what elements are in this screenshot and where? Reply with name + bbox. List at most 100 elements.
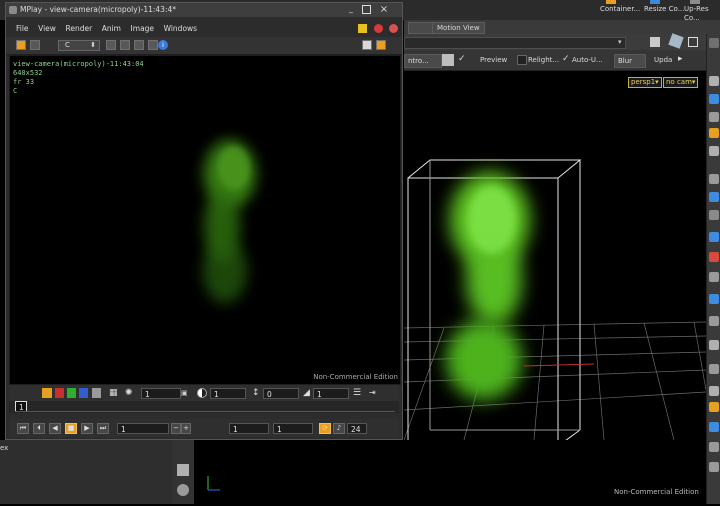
info-icon[interactable]: i bbox=[158, 40, 168, 50]
chevron-down-icon[interactable]: ▾ bbox=[618, 38, 626, 46]
green-channel-icon[interactable] bbox=[67, 388, 76, 398]
pane-tab-motion-view[interactable]: Motion View bbox=[432, 22, 485, 34]
top-tab-resize[interactable]: Resize Co... bbox=[644, 4, 684, 13]
timeline-track[interactable] bbox=[15, 411, 395, 412]
pane-tab[interactable] bbox=[408, 22, 434, 34]
shelf-tool-icon[interactable] bbox=[650, 0, 660, 4]
tool-icon[interactable] bbox=[177, 464, 189, 476]
skip-to-start-button[interactable]: ⏮ bbox=[17, 423, 29, 434]
tool-icon[interactable] bbox=[709, 76, 719, 86]
relight-toggle-label[interactable]: Relight... bbox=[528, 55, 559, 65]
channel-select[interactable]: C ⬍ bbox=[58, 40, 100, 51]
chevron-right-icon[interactable]: ▸ bbox=[678, 53, 690, 65]
cube-icon[interactable] bbox=[668, 33, 684, 49]
menu-view[interactable]: View bbox=[38, 24, 56, 33]
tool-icon[interactable] bbox=[709, 386, 719, 396]
tool-icon[interactable] bbox=[709, 192, 719, 202]
mplay-title-bar[interactable]: MPlay - view-camera(micropoly)-11:43:4* … bbox=[6, 3, 402, 17]
tool-icon[interactable] bbox=[709, 442, 719, 452]
skip-to-end-button[interactable]: ⏭ bbox=[97, 423, 109, 434]
gear-icon[interactable] bbox=[650, 37, 660, 47]
tool-icon[interactable] bbox=[709, 402, 719, 412]
sun-icon[interactable]: ✺ bbox=[125, 388, 135, 398]
top-tab-container[interactable]: Container... bbox=[600, 4, 640, 13]
export-icon[interactable]: ⇥ bbox=[369, 388, 381, 398]
stop-render-icon[interactable] bbox=[374, 24, 383, 33]
rgb-icon[interactable] bbox=[42, 388, 52, 398]
auto-update-toggle-label[interactable]: Auto-U... bbox=[572, 55, 603, 65]
minimize-icon[interactable]: _ bbox=[346, 5, 356, 15]
audio-icon[interactable]: ♪ bbox=[333, 423, 345, 434]
slider-handle-icon[interactable]: ▣ bbox=[181, 388, 190, 398]
record-icon[interactable] bbox=[389, 24, 398, 33]
tool-icon[interactable] bbox=[709, 252, 719, 262]
zoom-in-icon[interactable] bbox=[106, 40, 116, 50]
scene-viewport[interactable] bbox=[403, 70, 707, 447]
tool-icon[interactable] bbox=[709, 94, 719, 104]
menu-anim[interactable]: Anim bbox=[102, 24, 121, 33]
tool-icon[interactable] bbox=[709, 294, 719, 304]
blur-dropdown[interactable]: Blur bbox=[614, 54, 646, 68]
tool-icon[interactable] bbox=[709, 146, 719, 156]
close-icon[interactable]: × bbox=[378, 4, 390, 16]
tool-icon[interactable] bbox=[709, 316, 719, 326]
blue-channel-icon[interactable] bbox=[79, 388, 88, 398]
tool-icon[interactable] bbox=[709, 364, 719, 374]
settings-icon[interactable] bbox=[16, 40, 26, 50]
mplay-image-view[interactable]: view-camera(micropoly)-11:43:04 640x532 … bbox=[9, 55, 401, 385]
stop-button[interactable]: ■ bbox=[65, 423, 77, 434]
render-icon[interactable] bbox=[442, 54, 454, 66]
frame-minus-button[interactable]: − bbox=[171, 423, 181, 434]
fps-field[interactable]: 24 bbox=[347, 423, 367, 434]
menu-render[interactable]: Render bbox=[65, 24, 92, 33]
preview-toggle-label[interactable]: Preview bbox=[480, 55, 507, 65]
menu-image[interactable]: Image bbox=[131, 24, 155, 33]
tool-icon[interactable] bbox=[709, 232, 719, 242]
relight-checkbox[interactable] bbox=[517, 55, 527, 65]
shelf-tool-icon[interactable] bbox=[690, 0, 700, 4]
render-engine-dropdown[interactable]: ntro... bbox=[404, 54, 442, 68]
tool-icon[interactable] bbox=[709, 210, 719, 220]
tool-icon[interactable] bbox=[709, 174, 719, 184]
tool-icon[interactable] bbox=[709, 422, 719, 432]
loop-icon[interactable]: ⟳ bbox=[319, 423, 331, 434]
lut-icon[interactable]: ◢ bbox=[303, 388, 312, 398]
grid-icon[interactable] bbox=[376, 40, 386, 50]
checkmark-icon[interactable]: ✓ bbox=[458, 54, 468, 64]
offset-field[interactable]: 0 bbox=[263, 388, 299, 399]
tool-icon[interactable] bbox=[709, 340, 719, 350]
tool-icon[interactable] bbox=[177, 484, 189, 496]
maximize-icon[interactable] bbox=[688, 37, 698, 47]
grid-icon[interactable]: ▦ bbox=[109, 388, 119, 398]
play-forward-button[interactable]: ▶ bbox=[81, 423, 93, 434]
checkmark-icon[interactable]: ✓ bbox=[562, 54, 572, 64]
current-frame-field[interactable]: 1 bbox=[117, 423, 169, 434]
alpha-channel-icon[interactable] bbox=[92, 388, 101, 398]
exposure-icon[interactable] bbox=[197, 388, 207, 398]
menu-windows[interactable]: Windows bbox=[164, 24, 197, 33]
path-field[interactable] bbox=[404, 37, 626, 49]
update-button[interactable]: Upda bbox=[654, 55, 672, 65]
fit-icon[interactable] bbox=[134, 40, 144, 50]
tool-icon[interactable] bbox=[709, 128, 719, 138]
frame-plus-button[interactable]: + bbox=[181, 423, 191, 434]
offset-icon[interactable]: ↕ bbox=[252, 388, 261, 398]
tool-icon[interactable] bbox=[709, 272, 719, 282]
star-icon[interactable] bbox=[358, 24, 367, 33]
shelf-tool-icon[interactable] bbox=[606, 0, 616, 4]
list-icon[interactable]: ☰ bbox=[353, 388, 363, 398]
end-frame-field[interactable]: 1 bbox=[273, 423, 313, 434]
color-icon[interactable] bbox=[30, 40, 40, 50]
gamma-field[interactable]: 1 bbox=[141, 388, 181, 399]
tool-icon[interactable] bbox=[709, 38, 719, 48]
checker-icon[interactable] bbox=[362, 40, 372, 50]
menu-file[interactable]: File bbox=[16, 24, 29, 33]
play-reverse-button[interactable]: ◀ bbox=[49, 423, 61, 434]
maximize-icon[interactable] bbox=[362, 5, 371, 14]
red-channel-icon[interactable] bbox=[55, 388, 64, 398]
step-back-button[interactable]: ⏴ bbox=[33, 423, 45, 434]
zoom-out-icon[interactable] bbox=[120, 40, 130, 50]
lut-field[interactable]: 1 bbox=[313, 388, 349, 399]
start-frame-field[interactable]: 1 bbox=[229, 423, 269, 434]
exposure-field[interactable]: 1 bbox=[210, 388, 246, 399]
